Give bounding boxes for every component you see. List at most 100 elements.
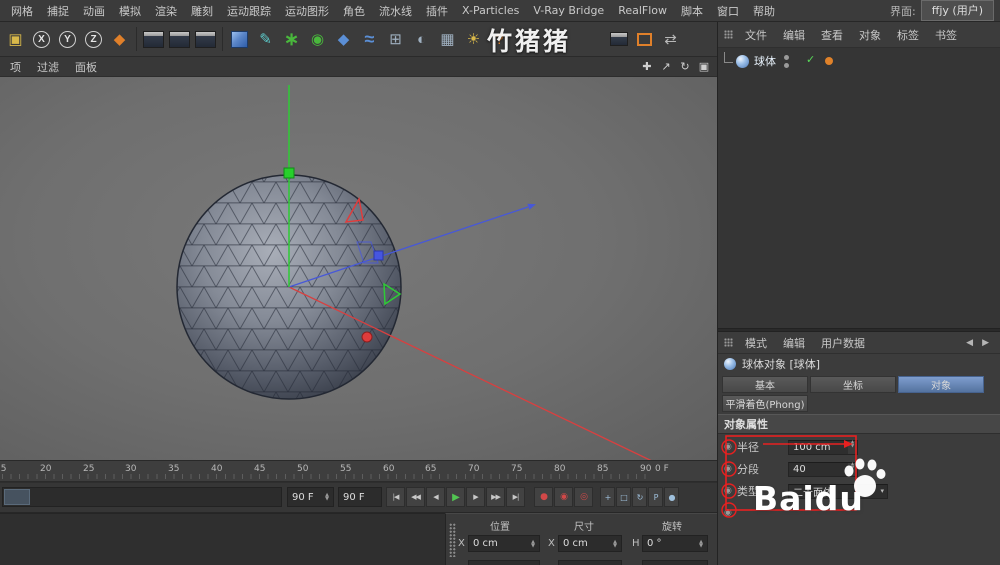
menu-item[interactable]: 动画 [76, 3, 112, 19]
tool-icon[interactable]: ▣ [3, 24, 28, 54]
record-options-button[interactable]: ◎ [574, 487, 593, 507]
pan-view-icon[interactable]: ✚ [639, 59, 655, 75]
display-filter-button[interactable] [606, 24, 631, 54]
object-name[interactable]: 球体 [754, 53, 776, 69]
lock-x-axis-button[interactable]: X [29, 24, 54, 54]
axis-mode-button[interactable]: ⇄ [658, 24, 683, 54]
menu-item[interactable]: X-Particles [455, 4, 526, 17]
lock-z-axis-button[interactable]: Z [81, 24, 106, 54]
spinner-icon[interactable]: ▲ ▼ [848, 462, 857, 476]
key-position-toggle[interactable]: + [600, 487, 615, 507]
om-menu-item[interactable]: 书签 [927, 27, 965, 43]
record-keyframe-button[interactable]: ● [534, 487, 553, 507]
sky-button[interactable]: ◐ [409, 24, 434, 54]
key-scale-toggle[interactable]: □ [616, 487, 631, 507]
history-forward-icon[interactable]: ▶ [982, 338, 989, 348]
history-back-icon[interactable]: ◀ [966, 338, 973, 348]
add-cube-button[interactable] [227, 24, 252, 54]
timeline-scrubber[interactable] [2, 487, 282, 507]
render-settings-button[interactable] [193, 24, 218, 54]
key-parameter-toggle[interactable]: P [648, 487, 663, 507]
mograph-button[interactable]: ∗ [279, 24, 304, 54]
panel-menu-icon[interactable] [724, 30, 733, 39]
menu-item[interactable]: 帮助 [746, 3, 782, 19]
om-menu-item[interactable]: 查看 [813, 27, 851, 43]
anim-dot-icon[interactable]: ◉ [724, 508, 737, 518]
anim-dot-icon[interactable]: ◉ [724, 442, 737, 452]
enabled-check-icon[interactable]: ✓ [806, 53, 815, 66]
array-button[interactable]: ⊞ [383, 24, 408, 54]
size-y-field[interactable] [558, 560, 622, 565]
panel-menu-icon[interactable] [724, 338, 733, 347]
attr-menu-item[interactable]: 用户数据 [813, 335, 873, 351]
spinner-icon[interactable]: ▲ ▼ [325, 493, 329, 502]
add-spline-button[interactable]: ✎ [253, 24, 278, 54]
menu-item[interactable]: 网格 [4, 3, 40, 19]
spinner-icon[interactable]: ▲ ▼ [848, 440, 857, 454]
menu-item[interactable]: 捕捉 [40, 3, 76, 19]
pos-x-field[interactable]: 0 cm ▲ ▼ [468, 535, 540, 552]
prev-frame-button[interactable]: ◀ [426, 487, 445, 507]
om-menu-item[interactable]: 文件 [737, 27, 775, 43]
anim-dot-icon[interactable]: ◉ [724, 486, 737, 496]
maximize-view-icon[interactable]: ▣ [696, 59, 712, 75]
radius-field[interactable]: 100 cm ▲ ▼ [788, 439, 858, 455]
coordinate-system-button[interactable]: ◆ [107, 24, 132, 54]
light-button[interactable]: ☀ [461, 24, 486, 54]
goto-end-button[interactable]: ▶| [506, 487, 525, 507]
render-region-button[interactable] [632, 24, 657, 54]
object-manager[interactable]: 球体 ✓ [718, 48, 1000, 328]
menu-item[interactable]: 模拟 [112, 3, 148, 19]
menu-item[interactable]: 窗口 [710, 3, 746, 19]
om-menu-item[interactable]: 对象 [851, 27, 889, 43]
menu-item[interactable]: 角色 [336, 3, 372, 19]
segments-field[interactable]: 40 ▲ ▼ [788, 461, 858, 477]
end-frame-field[interactable]: 90 F [338, 487, 382, 507]
menu-item[interactable]: 雕刻 [184, 3, 220, 19]
menu-item[interactable]: 插件 [419, 3, 455, 19]
attr-menu-item[interactable]: 模式 [737, 335, 775, 351]
tab-object[interactable]: 对象 [898, 376, 984, 393]
menu-item[interactable]: 运动图形 [278, 3, 336, 19]
visibility-dots-icon[interactable] [784, 55, 789, 68]
goto-start-button[interactable]: |◀ [386, 487, 405, 507]
menu-item[interactable]: 流水线 [372, 3, 419, 19]
rot-h-field[interactable]: 0 ° ▲ ▼ [642, 535, 708, 552]
next-frame-button[interactable]: ▶ [466, 487, 485, 507]
size-x-field[interactable]: 0 cm ▲ ▼ [558, 535, 622, 552]
scrubber-thumb[interactable] [4, 489, 30, 505]
volume-button[interactable]: ◆ [331, 24, 356, 54]
simulate-button[interactable]: ◉ [305, 24, 330, 54]
spinner-icon[interactable]: ▲ ▼ [531, 539, 535, 548]
panel-grip-icon[interactable] [449, 523, 456, 557]
zoom-view-icon[interactable]: ↗ [658, 59, 674, 75]
floor-button[interactable]: ▦ [435, 24, 460, 54]
timeline-ruler[interactable]: 15 20 25 30 35 40 45 50 55 60 65 70 75 8… [0, 460, 717, 482]
key-pla-toggle[interactable]: ● [664, 487, 679, 507]
spinner-icon[interactable]: ▲ ▼ [613, 539, 617, 548]
menu-item[interactable]: V-Ray Bridge [526, 4, 611, 17]
render-picture-viewer-button[interactable] [167, 24, 192, 54]
prev-key-button[interactable]: ◀◀ [406, 487, 425, 507]
pos-y-field[interactable] [468, 560, 540, 565]
om-menu-item[interactable]: 标签 [889, 27, 927, 43]
attr-menu-item[interactable]: 编辑 [775, 335, 813, 351]
menu-item[interactable]: 脚本 [674, 3, 710, 19]
tab-phong[interactable]: 平滑着色(Phong) [722, 395, 808, 412]
end-frame-stepper[interactable]: 90 F ▲ ▼ [287, 487, 334, 507]
render-view-button[interactable] [141, 24, 166, 54]
interface-layout-select[interactable]: ffjy (用户) [920, 0, 994, 21]
viewport-menu-item[interactable]: 项 [2, 59, 29, 75]
tab-basic[interactable]: 基本 [722, 376, 808, 393]
viewport-menu-item[interactable]: 面板 [67, 59, 105, 75]
menu-item[interactable]: 渲染 [148, 3, 184, 19]
type-dropdown[interactable]: 二十面体 ▾ [788, 483, 888, 499]
object-row-sphere[interactable]: 球体 ✓ [724, 52, 996, 70]
menu-item[interactable]: 运动跟踪 [220, 3, 278, 19]
om-menu-item[interactable]: 编辑 [775, 27, 813, 43]
next-key-button[interactable]: ▶▶ [486, 487, 505, 507]
key-rotation-toggle[interactable]: ↻ [632, 487, 647, 507]
tag-icon[interactable] [825, 57, 833, 65]
lock-y-axis-button[interactable]: Y [55, 24, 80, 54]
anim-dot-icon[interactable]: ◉ [724, 464, 737, 474]
